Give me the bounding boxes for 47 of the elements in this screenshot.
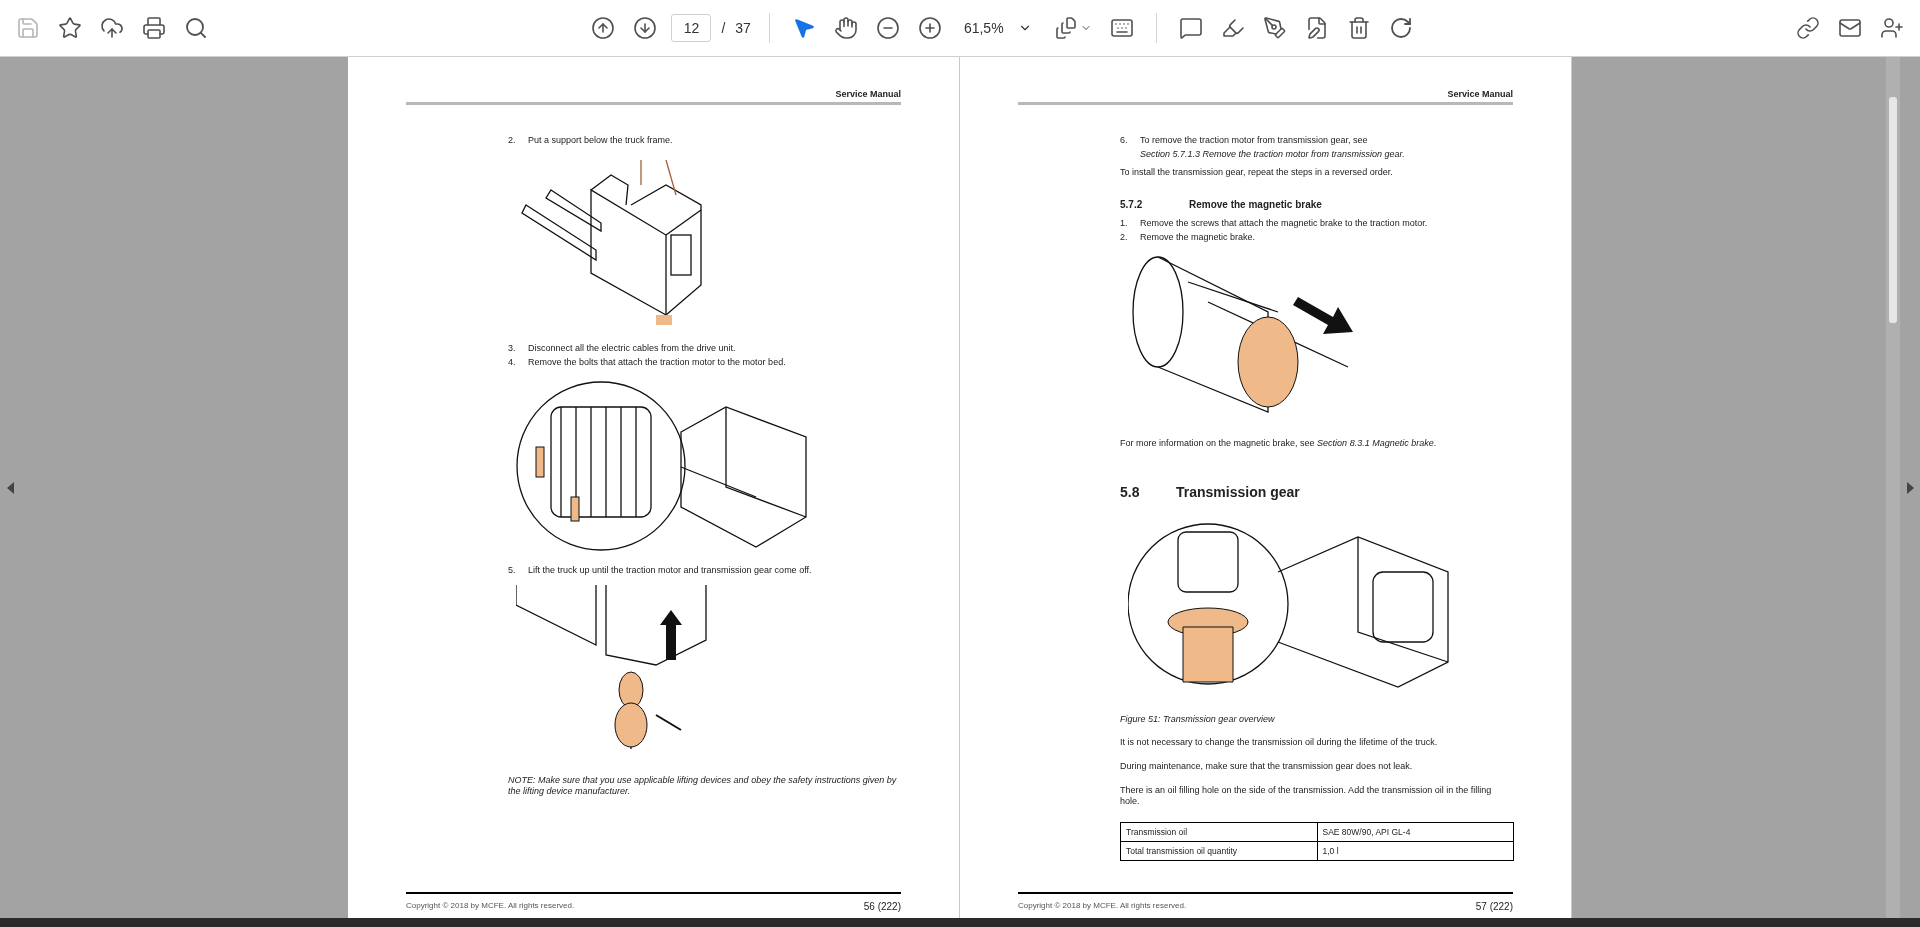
page-number: 56 (222) <box>863 901 901 912</box>
step-text: Lift the truck up until the traction motor and transmission gear come off. <box>528 564 812 577</box>
page-number: 57 (222) <box>1475 901 1513 912</box>
section-title: Transmission gear <box>1176 484 1300 500</box>
page-number-field[interactable]: 12 <box>671 14 712 42</box>
step-text: Remove the screws that attach the magnetic brake to the traction motor. <box>1140 217 1428 230</box>
step-number: 5. <box>508 564 517 577</box>
section-number: 5.8 <box>1120 484 1141 500</box>
hand-icon <box>833 16 858 40</box>
note-text: NOTE: Make sure that you use applicable lifting devices and obey the safety instructions given by the lifting device manufacturer. <box>508 775 898 797</box>
table-cell: Total transmission oil quantity <box>1120 841 1317 861</box>
section-reference: Section 5.7.1.3 Remove the traction motor from transmission gear. <box>1140 148 1405 161</box>
paragraph: For more information on the magnetic brake, see Section 8.3.1 Magnetic brake. <box>1120 438 1438 449</box>
highlighter-icon <box>1220 16 1245 40</box>
paragraph: To install the transmission gear, repeat the steps in a reversed order. <box>1120 167 1394 178</box>
step-text: To remove the traction motor from transmission gear, see <box>1140 134 1369 147</box>
zoom-dropdown[interactable]: 61,5% <box>955 16 1040 40</box>
page-separator: / <box>721 20 726 36</box>
page-header: Service Manual <box>1018 89 1513 105</box>
step-number: 4. <box>508 356 517 369</box>
step-number: 3. <box>508 342 517 355</box>
paragraph: There is an oil filling hole on the side of the transmission. Add the transmission oil in the filling hole. <box>1120 785 1493 807</box>
table-cell: SAE 80W/90, API GL-4 <box>1317 822 1514 842</box>
scrollbar[interactable] <box>1886 57 1900 918</box>
step-text: Put a support below the truck frame. <box>528 134 673 147</box>
pages-icon <box>1053 16 1078 40</box>
figure-caption: Figure 51: Transmission gear overview <box>1120 714 1276 725</box>
copyright-text: Copyright © 2018 by MCFE. All rights reserved. <box>406 901 575 910</box>
step-text: Remove the bolts that attach the traction motor to the motor bed. <box>528 356 786 369</box>
section-number: 5.7.2 <box>1120 199 1144 210</box>
step-text: Remove the magnetic brake. <box>1140 231 1256 244</box>
paragraph: It is not necessary to change the transmission oil during the lifetime of the truck. <box>1120 737 1439 748</box>
table-cell: 1,0 l <box>1317 841 1514 861</box>
step-number: 6. <box>1120 134 1129 147</box>
copyright-text: Copyright © 2018 by MCFE. All rights reserved. <box>1018 901 1187 910</box>
right-arrow-icon[interactable] <box>1906 481 1914 494</box>
paragraph: During maintenance, make sure that the transmission gear does not leak. <box>1120 761 1414 772</box>
section-title: Remove the magnetic brake <box>1189 199 1322 210</box>
step-text: Disconnect all the electric cables from the drive unit. <box>528 342 736 355</box>
step-number: 1. <box>1120 217 1129 230</box>
step-number: 2. <box>1120 231 1129 244</box>
page-header: Service Manual <box>406 89 901 105</box>
left-arrow-icon[interactable] <box>6 481 14 494</box>
page-count: 37 <box>735 20 751 36</box>
scroll-thumb[interactable] <box>1889 97 1897 323</box>
table-cell: Transmission oil <box>1120 822 1317 842</box>
step-number: 2. <box>508 134 517 147</box>
